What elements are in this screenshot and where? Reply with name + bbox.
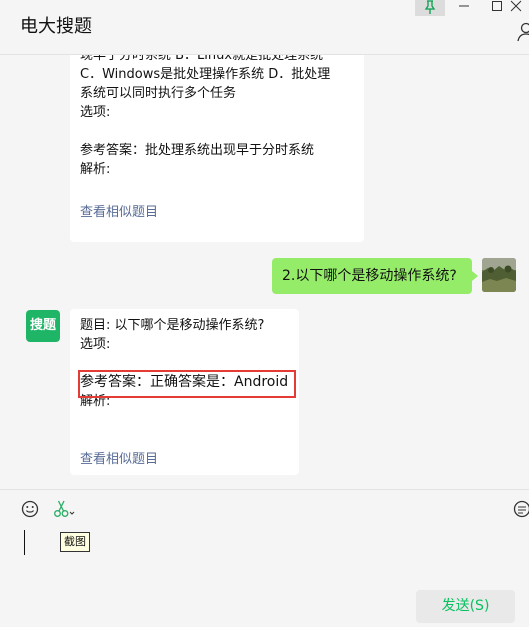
user-message-bubble: 2.以下哪个是移动操作系统? <box>272 258 472 294</box>
screenshot-tooltip: 截图 <box>60 532 90 552</box>
options-line: 选项: <box>80 335 295 354</box>
user-avatar[interactable] <box>482 258 516 292</box>
similar-questions-link[interactable]: 查看相似题目 <box>80 450 158 469</box>
minimize-button[interactable] <box>449 0 479 16</box>
send-button[interactable]: 发送(S) <box>416 590 515 623</box>
input-area[interactable]: 截图 发送(S) <box>0 489 529 627</box>
pin-button[interactable] <box>415 0 445 16</box>
minimize-icon <box>458 0 470 12</box>
message-line: 参考答案：批处理系统出现早于分时系统 <box>80 141 360 160</box>
analysis-line: 解析: <box>80 392 295 411</box>
message-line: C．Windows是批处理操作系统 D．批处理 <box>80 65 360 84</box>
answer-line: 参考答案：正确答案是：Android <box>80 373 295 392</box>
avatar-image <box>482 258 516 292</box>
title-bar: 电大搜题 <box>0 0 529 55</box>
bot-answer-bubble: 题目: 以下哪个是移动操作系统? 选项: 参考答案：正确答案是：Android … <box>70 309 299 475</box>
close-icon <box>510 0 522 12</box>
chat-history-button[interactable] <box>513 500 529 522</box>
bot-avatar[interactable]: 搜题 <box>26 310 60 342</box>
close-button[interactable] <box>510 0 529 16</box>
emoji-button[interactable] <box>21 500 39 522</box>
pin-icon <box>424 0 436 14</box>
emoji-icon <box>21 500 39 518</box>
user-message-text: 2.以下哪个是移动操作系统? <box>282 258 457 294</box>
user-icon <box>517 22 529 42</box>
bot-answer-text: 题目: 以下哪个是移动操作系统? 选项: 参考答案：正确答案是：Android … <box>80 316 295 411</box>
blank-line <box>80 354 295 373</box>
bot-message-text: 现早于分时系统 B．Linux就是批处理系统 C．Windows是批处理操作系统… <box>80 55 360 179</box>
message-line: 选项: <box>80 103 360 122</box>
message-list[interactable]: 现早于分时系统 B．Linux就是批处理系统 C．Windows是批处理操作系统… <box>0 55 529 489</box>
similar-questions-link[interactable]: 查看相似题目 <box>80 203 158 222</box>
text-cursor <box>24 530 25 555</box>
screenshot-button[interactable] <box>53 500 75 522</box>
chat-history-icon <box>513 500 529 518</box>
bot-avatar-label: 搜题 <box>30 318 56 333</box>
message-line: 系统可以同时执行多个任务 <box>80 84 360 103</box>
maximize-button[interactable] <box>482 0 512 16</box>
bot-message-bubble: 现早于分时系统 B．Linux就是批处理系统 C．Windows是批处理操作系统… <box>70 55 364 242</box>
chat-info-button[interactable] <box>517 22 529 42</box>
message-line: 解析: <box>80 160 360 179</box>
message-line <box>80 122 360 141</box>
maximize-icon <box>491 0 503 12</box>
question-line: 题目: 以下哪个是移动操作系统? <box>80 316 295 335</box>
chat-title: 电大搜题 <box>20 12 92 38</box>
message-line: 现早于分时系统 B．Linux就是批处理系统 <box>80 55 360 65</box>
scissors-icon <box>53 500 75 518</box>
